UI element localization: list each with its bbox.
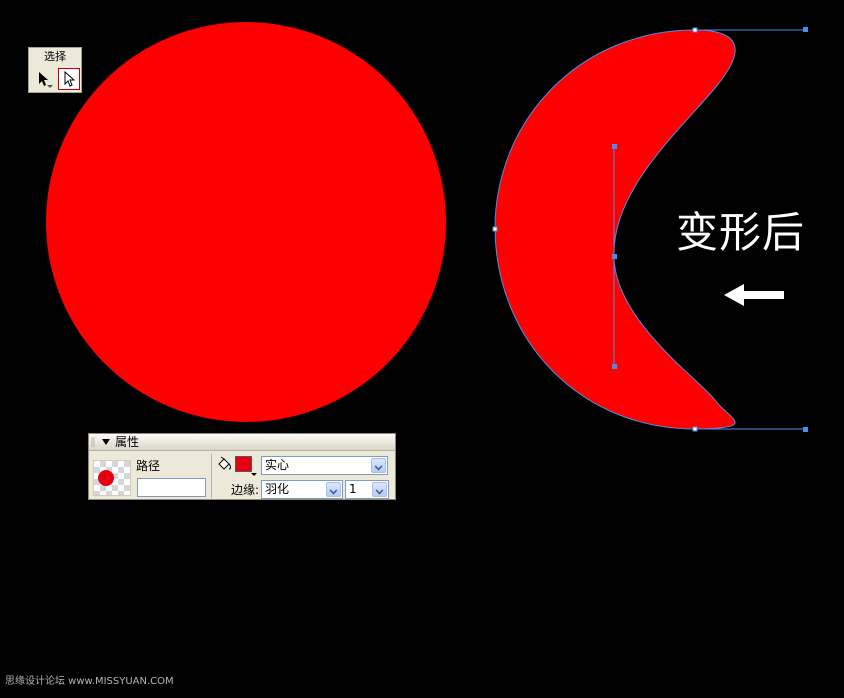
grip-icon[interactable] [91,437,95,447]
left-arrow-icon [724,284,784,306]
edge-label: 边缘: [231,483,260,497]
subselection-tool-button[interactable] [58,68,80,90]
control-handle-top-right[interactable] [803,27,808,32]
anchor-point-bottom[interactable] [692,426,698,432]
object-name-field[interactable] [137,478,206,497]
object-type-label: 路径 [136,459,161,473]
tool-panel-title: 选择 [44,50,66,63]
fill-type-select[interactable]: 实心 [261,456,388,475]
edge-value: 1 [349,482,357,496]
red-circle[interactable] [46,22,446,422]
selection-tool-button[interactable] [32,68,54,90]
selection-tool-panel: 选择 [28,47,82,93]
anchor-point-left[interactable] [492,226,498,232]
properties-panel-header[interactable]: 属性 [89,434,395,451]
chevron-down-icon[interactable] [372,482,387,497]
tool-flyout-icon [47,85,53,88]
hollow-arrow-icon [64,71,75,87]
edge-value-select[interactable]: 1 [345,480,389,499]
thumbnail-red-dot [98,470,114,486]
control-handle-middle-bottom[interactable] [612,364,617,369]
canvas [46,22,808,432]
object-thumbnail [93,460,131,496]
paint-bucket-icon [218,456,231,470]
control-handle-bottom-right[interactable] [803,427,808,432]
chevron-down-icon[interactable] [371,458,386,473]
collapse-triangle-icon[interactable] [102,439,110,445]
properties-panel: 属性 路径 实心 边缘: 羽化 1 [88,433,396,500]
divider [211,454,212,498]
anchor-point-middle[interactable] [612,254,617,259]
dropdown-arrow-icon[interactable] [251,473,257,476]
fill-color-swatch[interactable] [235,456,252,472]
anchor-point-top[interactable] [692,27,698,33]
chevron-down-icon[interactable] [326,482,341,497]
properties-panel-title: 属性 [115,435,140,449]
fill-color-picker[interactable] [235,456,257,476]
control-handle-middle-top[interactable] [612,144,617,149]
watermark: 思缘设计论坛 www.MISSYUAN.COM [5,676,174,687]
edge-type-select[interactable]: 羽化 [261,480,343,499]
annotation-text: 变形后 [676,208,806,257]
edge-type-value: 羽化 [265,482,290,496]
fill-type-value: 实心 [265,458,290,472]
